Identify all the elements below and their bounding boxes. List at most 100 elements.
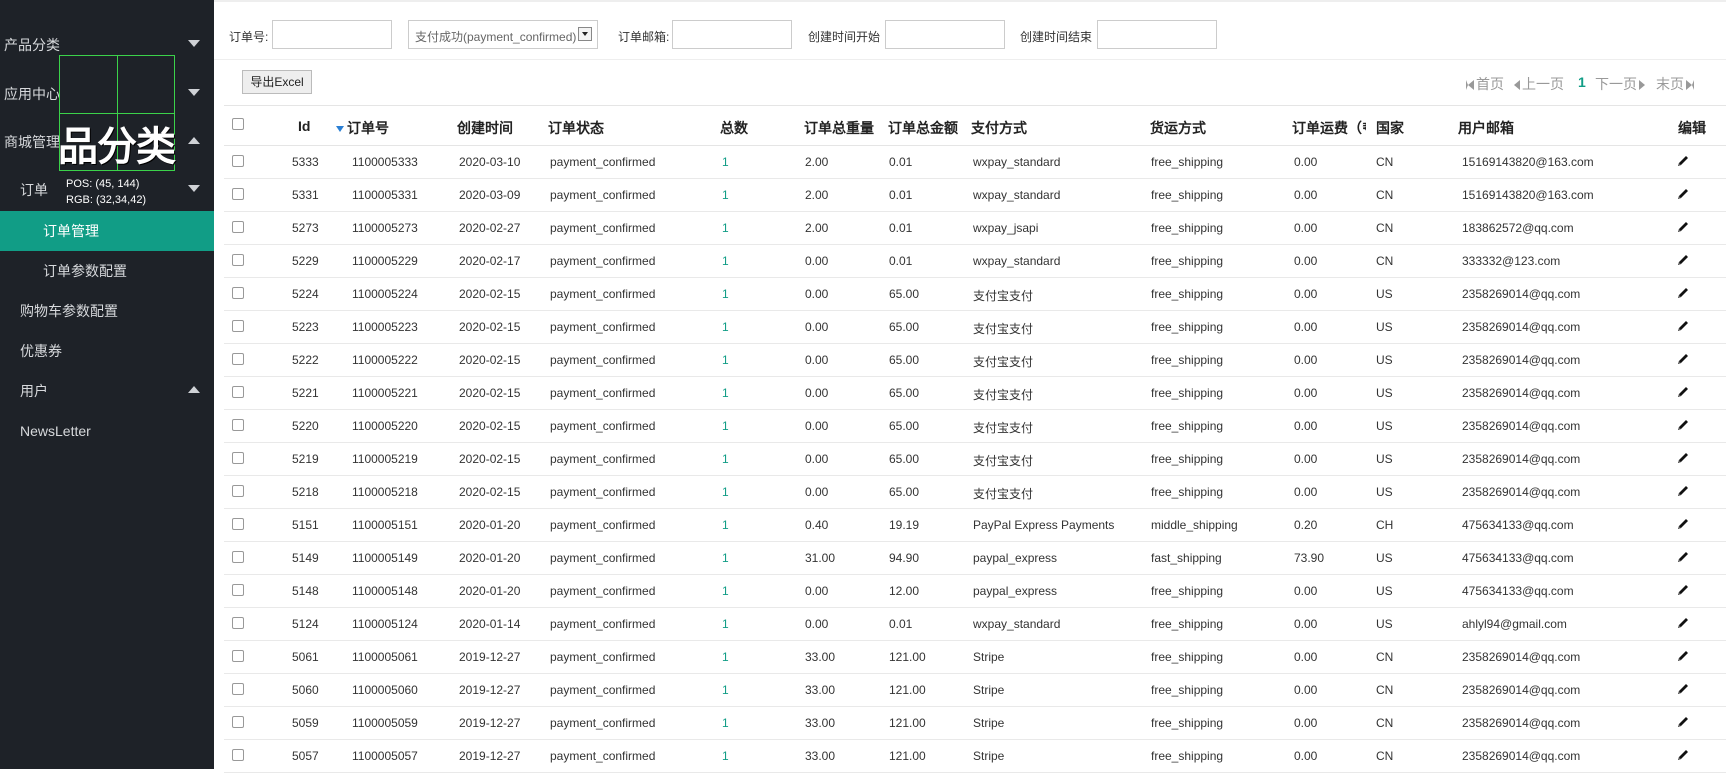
- status-select[interactable]: 支付成功(payment_confirmed): [408, 20, 598, 49]
- select-all-checkbox[interactable]: [232, 118, 244, 130]
- edit-pencil-icon[interactable]: [1676, 154, 1690, 168]
- table-row: 5151 1100005151 2020-01-20 payment_confirme…: [224, 509, 1726, 542]
- edit-pencil-icon[interactable]: [1676, 583, 1690, 597]
- cell-weight: 33.00: [805, 650, 836, 664]
- row-checkbox[interactable]: [232, 188, 244, 200]
- row-checkbox[interactable]: [232, 419, 244, 431]
- cell-fee: 0.00: [1294, 254, 1318, 268]
- cell-count: 1: [722, 452, 729, 466]
- cell-id: 5057: [292, 749, 319, 763]
- cell-order-no: 1100005219: [352, 452, 418, 466]
- pager-last-label: 末页: [1656, 76, 1684, 92]
- col-header-email[interactable]: 用户邮箱: [1458, 118, 1514, 138]
- col-header-weight[interactable]: 订单总重量: [804, 118, 874, 138]
- edit-pencil-icon[interactable]: [1676, 748, 1690, 762]
- export-excel-button[interactable]: 导出Excel: [242, 70, 312, 94]
- edit-pencil-icon[interactable]: [1676, 253, 1690, 267]
- cell-payment: Stripe: [973, 683, 1005, 697]
- cell-id: 5151: [292, 518, 319, 532]
- edit-pencil-icon[interactable]: [1676, 649, 1690, 663]
- pager-prev[interactable]: 上一页: [1514, 74, 1564, 94]
- cell-order-no: 1100005273: [352, 221, 418, 235]
- cell-fee: 0.00: [1294, 386, 1318, 400]
- row-checkbox[interactable]: [232, 551, 244, 563]
- table-row: 5057 1100005057 2019-12-27 payment_confirme…: [224, 740, 1726, 773]
- end-time-input[interactable]: [1097, 20, 1217, 49]
- cell-shipping: free_shipping: [1151, 485, 1224, 499]
- edit-pencil-icon[interactable]: [1676, 319, 1690, 333]
- edit-pencil-icon[interactable]: [1676, 286, 1690, 300]
- cell-status: payment_confirmed: [550, 749, 656, 763]
- sidebar-item-users[interactable]: 用户: [0, 371, 214, 411]
- cell-amount: 121.00: [889, 650, 926, 664]
- pager-prev-label: 上一页: [1522, 76, 1564, 92]
- pixel-readout: POS: (45, 144) RGB: (32,34,42): [66, 176, 146, 208]
- edit-pencil-icon[interactable]: [1676, 220, 1690, 234]
- magnifier-overlay: 品分类: [58, 55, 176, 171]
- pager-first[interactable]: 首页: [1466, 74, 1504, 94]
- cell-status: payment_confirmed: [550, 650, 656, 664]
- sidebar-item-cart-params[interactable]: 购物车参数配置: [0, 291, 214, 331]
- edit-pencil-icon[interactable]: [1676, 484, 1690, 498]
- row-checkbox[interactable]: [232, 485, 244, 497]
- row-checkbox[interactable]: [232, 287, 244, 299]
- order-no-input[interactable]: [272, 20, 392, 49]
- col-header-amount[interactable]: 订单总金额: [888, 118, 958, 138]
- row-checkbox[interactable]: [232, 155, 244, 167]
- row-checkbox[interactable]: [232, 353, 244, 365]
- edit-pencil-icon[interactable]: [1676, 715, 1690, 729]
- row-checkbox[interactable]: [232, 584, 244, 596]
- edit-pencil-icon[interactable]: [1676, 682, 1690, 696]
- edit-pencil-icon[interactable]: [1676, 616, 1690, 630]
- edit-pencil-icon[interactable]: [1676, 385, 1690, 399]
- cell-count: 1: [722, 188, 729, 202]
- edit-pencil-icon[interactable]: [1676, 451, 1690, 465]
- table-row: 5218 1100005218 2020-02-15 payment_confirme…: [224, 476, 1726, 509]
- row-checkbox[interactable]: [232, 617, 244, 629]
- col-header-created[interactable]: 创建时间: [457, 118, 513, 138]
- edit-pencil-icon[interactable]: [1676, 517, 1690, 531]
- row-checkbox[interactable]: [232, 716, 244, 728]
- col-header-payment[interactable]: 支付方式: [971, 118, 1027, 138]
- sidebar-item-order-management[interactable]: 订单管理: [0, 211, 214, 251]
- cell-created: 2019-12-27: [459, 683, 521, 697]
- cell-count: 1: [722, 155, 729, 169]
- cell-payment: 支付宝支付: [973, 355, 1034, 369]
- col-header-shipping[interactable]: 货运方式: [1150, 118, 1206, 138]
- cell-fee: 0.00: [1294, 716, 1318, 730]
- order-email-input[interactable]: [672, 20, 792, 49]
- row-checkbox[interactable]: [232, 749, 244, 761]
- col-header-country[interactable]: 国家: [1376, 118, 1404, 138]
- row-checkbox[interactable]: [232, 386, 244, 398]
- edit-pencil-icon[interactable]: [1676, 418, 1690, 432]
- edit-pencil-icon[interactable]: [1676, 187, 1690, 201]
- sidebar-item-order-params[interactable]: 订单参数配置: [0, 251, 214, 291]
- pager-last[interactable]: 末页: [1656, 74, 1696, 94]
- row-checkbox[interactable]: [232, 650, 244, 662]
- pager-next[interactable]: 下一页: [1595, 74, 1647, 94]
- cell-weight: 2.00: [805, 221, 829, 235]
- col-header-count[interactable]: 总数: [720, 118, 748, 138]
- sidebar-item-coupons[interactable]: 优惠券: [0, 331, 214, 371]
- row-checkbox[interactable]: [232, 320, 244, 332]
- edit-pencil-icon[interactable]: [1676, 352, 1690, 366]
- cell-count: 1: [722, 650, 729, 664]
- cell-weight: 33.00: [805, 749, 836, 763]
- row-checkbox[interactable]: [232, 683, 244, 695]
- cell-shipping: free_shipping: [1151, 155, 1224, 169]
- sidebar-item-label: 订单: [20, 182, 48, 198]
- col-header-id[interactable]: Id: [298, 118, 310, 134]
- col-header-order-no[interactable]: 订单号: [336, 118, 389, 138]
- table-row: 5223 1100005223 2020-02-15 payment_confirme…: [224, 311, 1726, 344]
- row-checkbox[interactable]: [232, 221, 244, 233]
- cell-weight: 0.00: [805, 452, 829, 466]
- cell-amount: 12.00: [889, 584, 920, 598]
- row-checkbox[interactable]: [232, 452, 244, 464]
- sidebar-item-newsletter[interactable]: NewsLetter: [0, 411, 214, 451]
- start-time-input[interactable]: [885, 20, 1005, 49]
- col-header-fee[interactable]: 订单运费（₹: [1292, 118, 1366, 138]
- col-header-status[interactable]: 订单状态: [548, 118, 604, 138]
- row-checkbox[interactable]: [232, 254, 244, 266]
- row-checkbox[interactable]: [232, 518, 244, 530]
- edit-pencil-icon[interactable]: [1676, 550, 1690, 564]
